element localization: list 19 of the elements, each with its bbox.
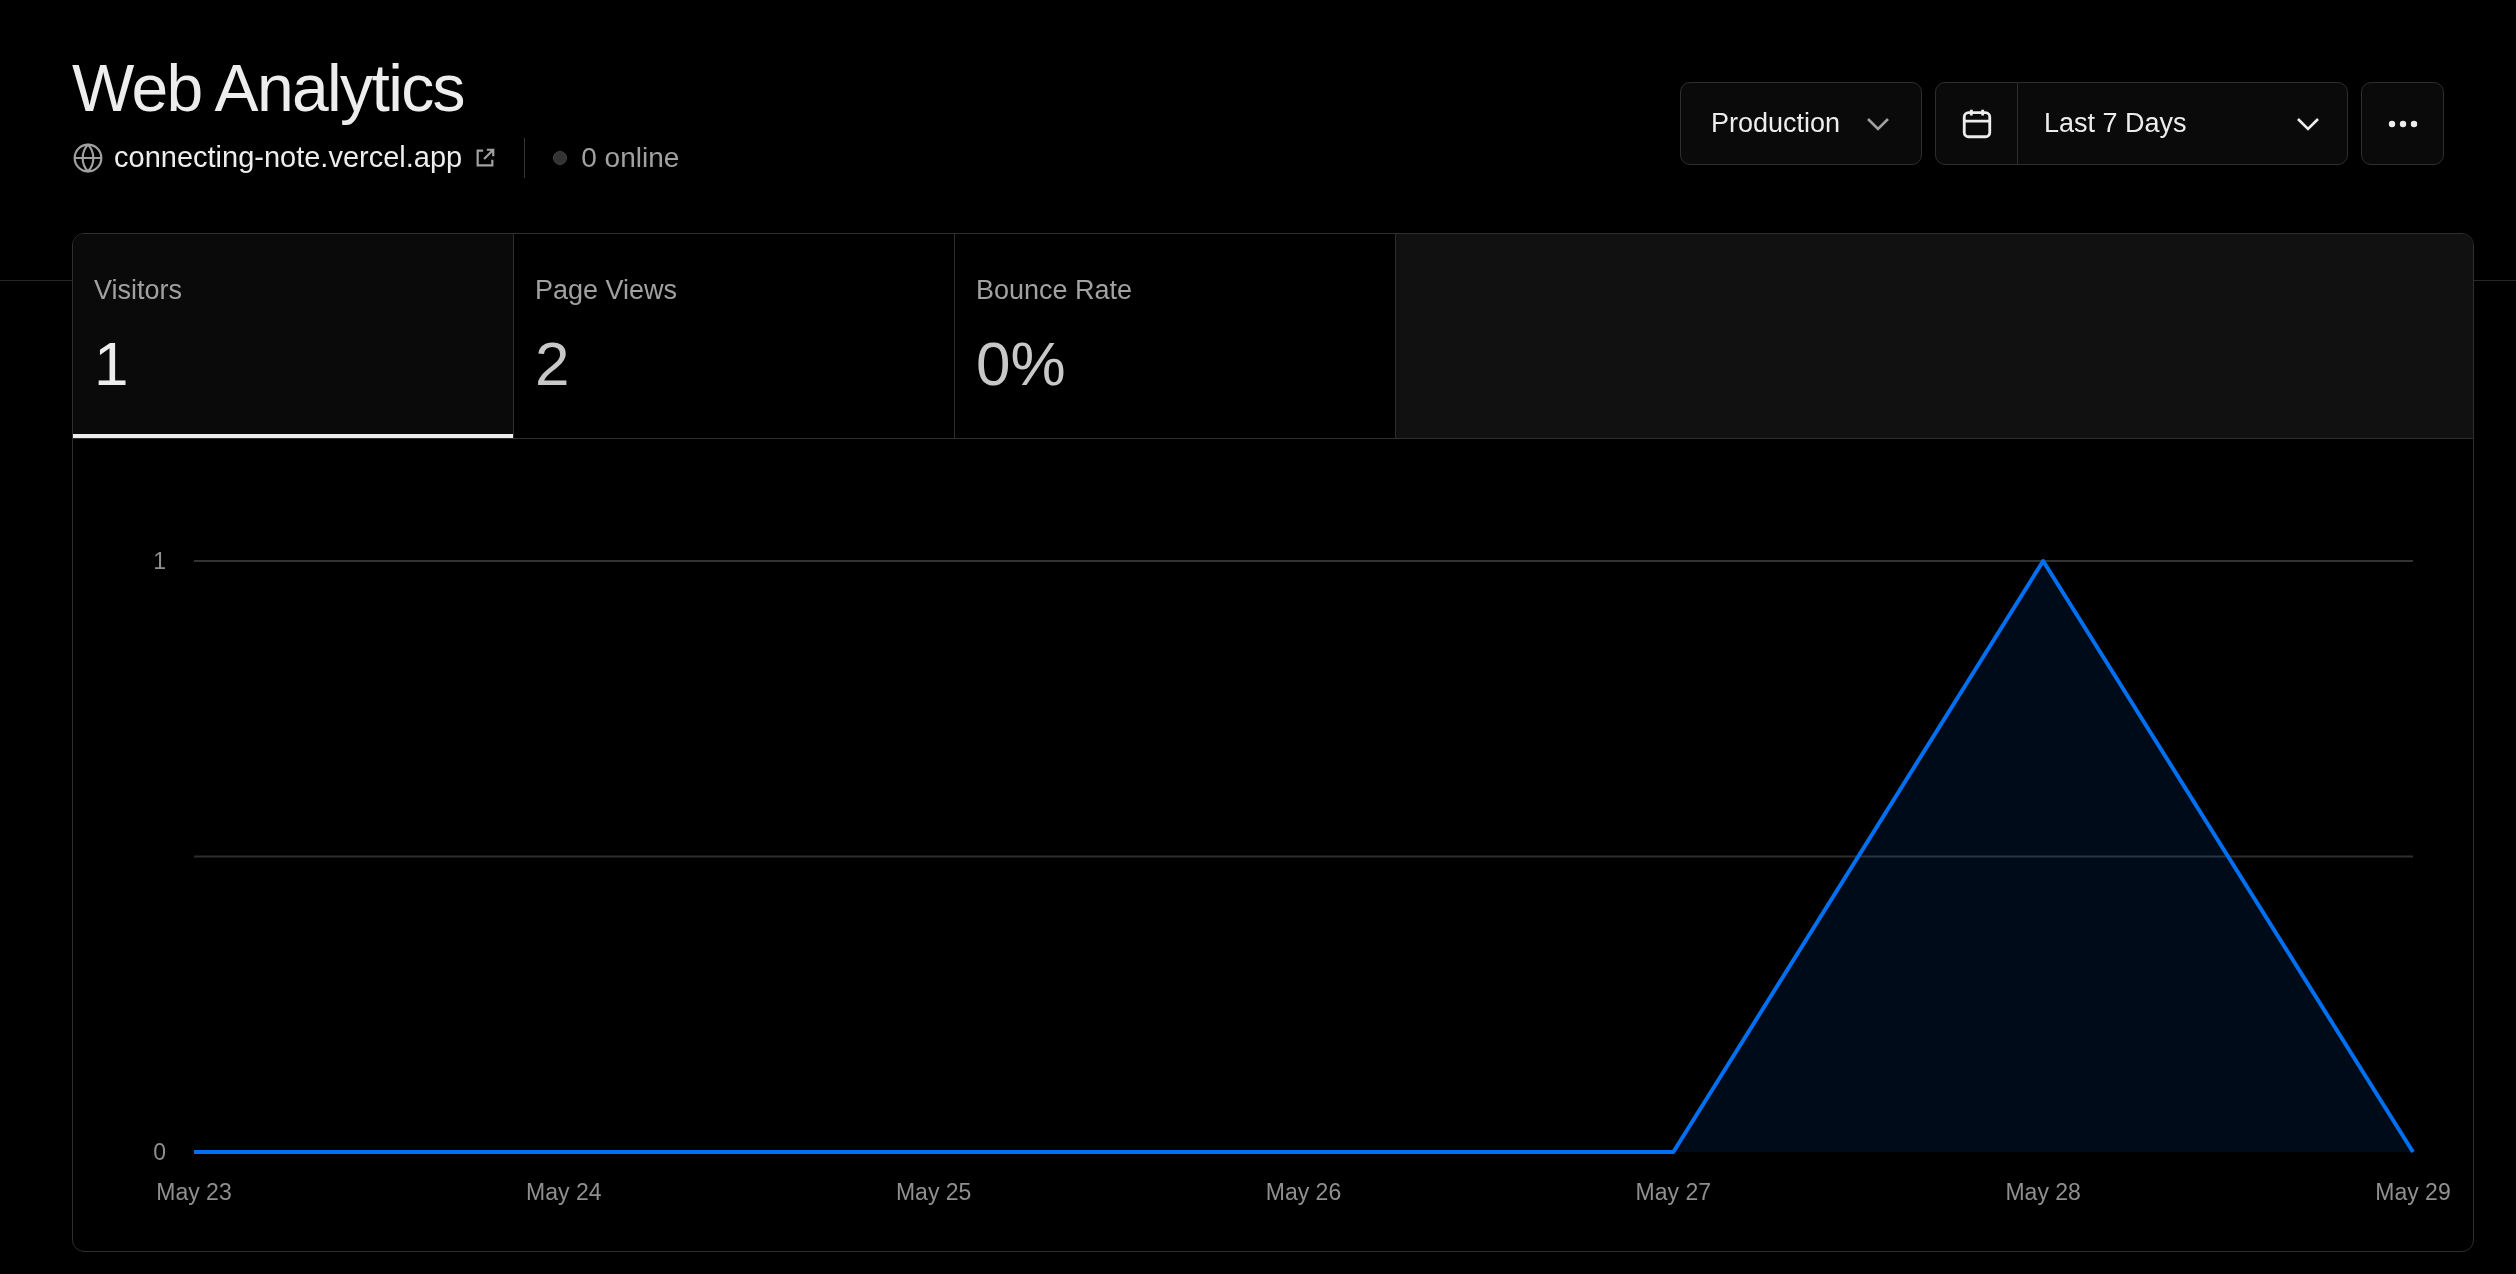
x-axis-label: May 26 (1265, 1179, 1342, 1205)
globe-icon (72, 142, 104, 174)
x-axis-label: May 28 (2005, 1179, 2081, 1205)
online-count: 0 online (581, 141, 680, 175)
x-axis-label: May 29 (2375, 1179, 2451, 1205)
page-title: Web Analytics (72, 50, 465, 126)
x-axis-label: May 23 (156, 1179, 232, 1205)
x-axis-label: May 27 (1635, 1179, 1712, 1205)
chevron-down-icon (1865, 115, 1891, 132)
environment-dropdown[interactable]: Production (1680, 82, 1922, 165)
x-axis-label: May 25 (895, 1179, 972, 1205)
y-axis-label: 0 (153, 1139, 166, 1165)
external-link-icon[interactable] (474, 147, 497, 169)
more-icon (2387, 119, 2418, 128)
x-axis-label: May 24 (526, 1179, 602, 1205)
y-axis-label: 1 (153, 548, 166, 574)
chevron-down-icon (2295, 115, 2321, 132)
metric-tab[interactable]: Visitors 1 (73, 234, 514, 438)
domain-link[interactable]: connecting-note.vercel.app (114, 136, 463, 180)
